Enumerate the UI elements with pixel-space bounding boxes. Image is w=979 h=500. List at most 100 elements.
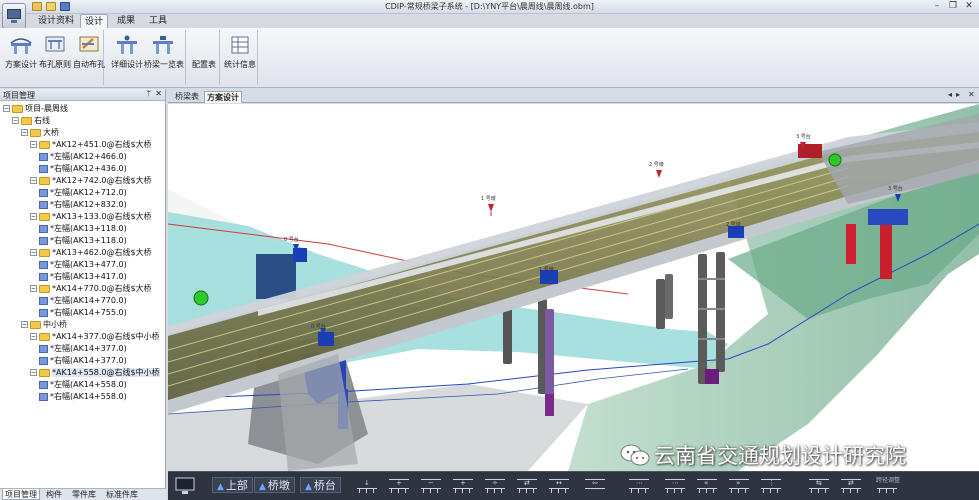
shrink-both-tool[interactable]: ⇄ <box>838 477 864 495</box>
expand-toggle-icon[interactable]: − <box>30 141 37 148</box>
tab-results[interactable]: 成果 <box>112 14 140 28</box>
tree-leaf-node[interactable]: *左幅(AK12+466.0) <box>39 151 127 163</box>
pier-label: 0 号台 <box>311 323 326 330</box>
project-panel: 项目管理 ᛘ ✕ − 项目-晨周线 − 右线 − 大桥 − *AK12+451.0@右线$大桥… <box>0 89 166 500</box>
expand-toggle-icon[interactable]: − <box>12 117 19 124</box>
tree-leaf-node[interactable]: *右幅(AK13+118.0) <box>39 235 127 247</box>
pier-button[interactable]: ▲ 桥墩 <box>254 477 295 493</box>
tree-leaf-node[interactable]: *右幅(AK12+436.0) <box>39 163 127 175</box>
scheme-design-button[interactable]: 方案设计 <box>2 33 40 77</box>
tree-folder-node[interactable]: − 中小桥 <box>21 319 67 331</box>
tree-folder-node[interactable]: − *AK13+133.0@右线$大桥 <box>30 211 152 223</box>
folder-icon <box>21 116 32 125</box>
span-rule-button[interactable]: 布孔原则 <box>36 33 74 77</box>
tree-leaf-node[interactable]: *右幅(AK14+558.0) <box>39 391 127 403</box>
expand-toggle-icon[interactable]: − <box>21 129 28 136</box>
tab-design-data[interactable]: 设计资料 <box>34 14 78 28</box>
abutment-button[interactable]: ▲ 桥台 <box>300 477 341 493</box>
tree-leaf-node[interactable]: *左幅(AK13+477.0) <box>39 259 127 271</box>
end-point-marker[interactable] <box>828 153 842 167</box>
start-point-marker[interactable] <box>193 290 209 306</box>
auto-span-button[interactable]: 自动布孔 <box>70 33 108 77</box>
bridge-item-icon <box>39 260 48 269</box>
application-menu-button[interactable] <box>2 3 26 29</box>
tree-folder-node[interactable]: − 项目-晨周线 <box>3 103 68 115</box>
tab-bridge-table[interactable]: 桥梁表 <box>172 91 202 103</box>
bridge-list-button[interactable]: 桥梁一览表 <box>144 33 184 77</box>
tree-leaf-node[interactable]: *左幅(AK14+558.0) <box>39 379 127 391</box>
expand-toggle-icon[interactable]: − <box>30 213 37 220</box>
insert-span-tool[interactable]: ↓ <box>354 477 380 495</box>
restore-icon[interactable]: ❐ <box>946 1 960 12</box>
tree-folder-node[interactable]: − *AK12+451.0@右线$大桥 <box>30 139 152 151</box>
tree-folder-node[interactable]: − *AK14+558.0@右线$中小桥 <box>30 367 160 379</box>
expand-toggle-icon[interactable]: − <box>21 321 28 328</box>
detail-design-button[interactable]: 详细设计 <box>108 33 146 77</box>
statistics-button[interactable]: 统计信息 <box>221 33 259 77</box>
tree-leaf-node[interactable]: *左幅(AK14+377.0) <box>39 343 127 355</box>
expand-toggle-icon[interactable]: − <box>30 369 37 376</box>
3d-viewport[interactable]: 0 号台 1 号墩 1 号墩 2 号墩 2 号墩 3 号台 3 号台 0 号台 … <box>168 104 979 471</box>
tab-tools[interactable]: 工具 <box>144 14 172 28</box>
bridge-item-icon <box>39 164 48 173</box>
expand-toggle-icon[interactable]: − <box>30 249 37 256</box>
tree-folder-node[interactable]: − *AK12+742.0@右线$大桥 <box>30 175 152 187</box>
bridge-item-icon <box>39 236 48 245</box>
split-span-tool[interactable]: ÷ <box>482 477 508 495</box>
abutment-cap-blue <box>868 209 908 225</box>
tree-leaf-node[interactable]: *左幅(AK14+770.0) <box>39 295 127 307</box>
tab-standard-parts[interactable]: 标准件库 <box>102 489 142 500</box>
add-span-tool[interactable]: + <box>386 477 412 495</box>
tab-scroll-left-icon[interactable]: ◂ <box>948 90 952 99</box>
tree-node-label: *左幅(AK14+770.0) <box>50 296 127 305</box>
pier-label: 2 号墩 <box>649 161 664 168</box>
config-table-button[interactable]: 配置表 <box>185 33 223 77</box>
tree-leaf-node[interactable]: *右幅(AK12+832.0) <box>39 199 127 211</box>
tree-folder-node[interactable]: − *AK14+377.0@右线$中小桥 <box>30 331 160 343</box>
expand-toggle-icon[interactable]: − <box>3 105 10 112</box>
tree-folder-node[interactable]: − 右线 <box>12 115 50 127</box>
tree-leaf-node[interactable]: *右幅(AK13+417.0) <box>39 271 127 283</box>
close-icon[interactable]: ✕ <box>962 1 976 12</box>
tree-folder-node[interactable]: − *AK14+770.0@右线$大桥 <box>30 283 152 295</box>
minimize-icon[interactable]: – <box>930 1 944 12</box>
span-compress-tool[interactable]: ⋯ <box>662 477 688 495</box>
tab-design[interactable]: 设计 <box>80 14 108 28</box>
span-spread-tool[interactable]: ⋯ <box>626 477 652 495</box>
close-document-icon[interactable]: ✕ <box>968 90 975 99</box>
tree-leaf-node[interactable]: *右幅(AK14+377.0) <box>39 355 127 367</box>
span-adjust-tool[interactable] <box>874 477 900 495</box>
project-panel-header: 项目管理 ᛘ ✕ <box>0 89 165 101</box>
expand-toggle-icon[interactable]: − <box>30 285 37 292</box>
tab-parts-library[interactable]: 零件库 <box>68 489 100 500</box>
tree-leaf-node[interactable]: *左幅(AK13+118.0) <box>39 223 127 235</box>
shift-left-tool[interactable]: « <box>694 477 720 495</box>
remove-span-tool[interactable]: − <box>418 477 444 495</box>
close-panel-icon[interactable]: ✕ <box>155 89 162 98</box>
pier-column <box>665 274 673 319</box>
merge-span-tool[interactable]: ⇄ <box>514 477 540 495</box>
shift-right-tool[interactable]: » <box>726 477 752 495</box>
extend-both-tool[interactable]: ⇆ <box>806 477 832 495</box>
folder-icon <box>39 368 50 377</box>
expand-toggle-icon[interactable]: − <box>30 177 37 184</box>
superstructure-button[interactable]: ▲ 上部 <box>212 477 253 493</box>
tree-leaf-node[interactable]: *右幅(AK14+755.0) <box>39 307 127 319</box>
tab-components[interactable]: 构件 <box>42 489 66 500</box>
pier-column <box>716 252 725 372</box>
tab-scheme-design[interactable]: 方案设计 <box>204 91 242 103</box>
tree-leaf-node[interactable]: *左幅(AK12+712.0) <box>39 187 127 199</box>
tree-folder-node[interactable]: − 大桥 <box>21 127 59 139</box>
tab-scroll-right-icon[interactable]: ▸ <box>956 90 960 99</box>
tree-node-label: *AK13+462.0@右线$大桥 <box>52 248 152 257</box>
equalize-span-tool[interactable]: ⋮ <box>758 477 784 495</box>
move-left-tool[interactable]: ⇦ <box>582 477 608 495</box>
tree-folder-node[interactable]: − *AK13+462.0@右线$大桥 <box>30 247 152 259</box>
pin-icon[interactable]: ᛘ <box>146 89 151 98</box>
expand-toggle-icon[interactable]: − <box>30 333 37 340</box>
tab-project-management[interactable]: 项目管理 <box>2 489 40 500</box>
view-screen-button[interactable] <box>174 475 196 497</box>
bridge-item-icon <box>39 188 48 197</box>
add-pier-tool[interactable]: + <box>450 477 476 495</box>
shift-pier-tool[interactable]: ↔ <box>546 477 572 495</box>
